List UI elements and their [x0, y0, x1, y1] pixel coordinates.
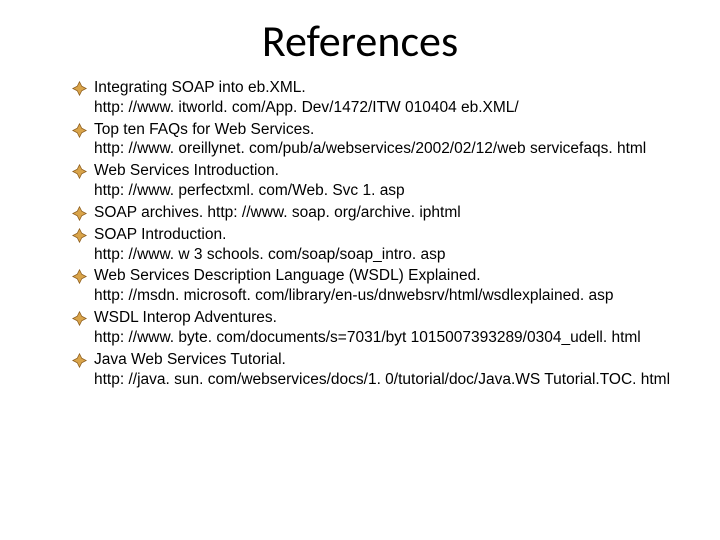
reference-title: Web Services Description Language (WSDL)… — [94, 267, 481, 284]
reference-url: http: //www. perfectxml. com/Web. Svc 1.… — [94, 181, 680, 201]
diamond-star-icon — [72, 228, 87, 243]
reference-list: Integrating SOAP into eb.XML. http: //www… — [40, 78, 680, 389]
reference-title: Top ten FAQs for Web Services. — [94, 121, 314, 138]
diamond-star-icon — [72, 206, 87, 221]
diamond-star-icon — [72, 164, 87, 179]
reference-item: Web Services Description Language (WSDL)… — [94, 266, 680, 306]
reference-url: http: //www. itworld. com/App. Dev/1472/… — [94, 98, 680, 118]
reference-item: SOAP archives. http: //www. soap. org/ar… — [94, 203, 680, 223]
reference-url: http: //www. byte. com/documents/s=7031/… — [94, 328, 680, 348]
diamond-star-icon — [72, 81, 87, 96]
reference-item: WSDL Interop Adventures. http: //www. byt… — [94, 308, 680, 348]
diamond-star-icon — [72, 123, 87, 138]
reference-item: Web Services Introduction. http: //www. p… — [94, 161, 680, 201]
reference-item: Integrating SOAP into eb.XML. http: //www… — [94, 78, 680, 118]
reference-url: http: //www. oreillynet. com/pub/a/webse… — [94, 139, 680, 159]
reference-item: Top ten FAQs for Web Services.http: //ww… — [94, 120, 680, 160]
page-title: References — [40, 14, 680, 68]
diamond-star-icon — [72, 269, 87, 284]
diamond-star-icon — [72, 311, 87, 326]
reference-url: http: //www. w 3 schools. com/soap/soap_… — [94, 245, 680, 265]
diamond-star-icon — [72, 353, 87, 368]
reference-item: Java Web Services Tutorial. http: //java.… — [94, 350, 680, 390]
reference-title: Integrating SOAP into eb.XML. — [94, 79, 306, 96]
reference-title: SOAP Introduction. — [94, 226, 226, 243]
reference-title: SOAP archives. http: //www. soap. org/ar… — [94, 204, 461, 221]
reference-title: Java Web Services Tutorial. — [94, 351, 286, 368]
reference-item: SOAP Introduction. http: //www. w 3 schoo… — [94, 225, 680, 265]
reference-title: Web Services Introduction. — [94, 162, 279, 179]
reference-url: http: //msdn. microsoft. com/library/en-… — [94, 286, 680, 306]
reference-title: WSDL Interop Adventures. — [94, 309, 277, 326]
reference-url: http: //java. sun. com/webservices/docs/… — [94, 370, 680, 390]
